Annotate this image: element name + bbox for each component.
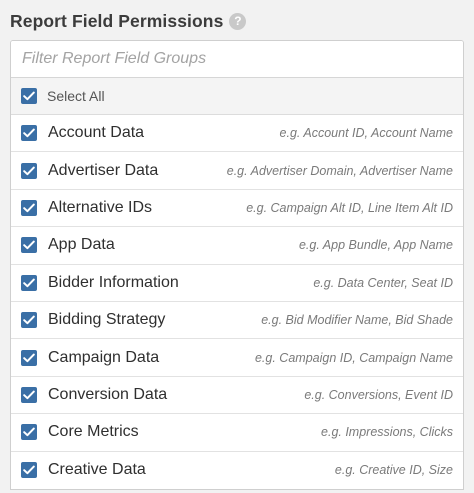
checkmark-icon	[23, 278, 35, 287]
field-group-row[interactable]: Campaign Data e.g. Campaign ID, Campaign …	[11, 339, 463, 377]
field-group-checkbox[interactable]	[21, 274, 37, 291]
field-group-row[interactable]: Account Data e.g. Account ID, Account Nam…	[11, 115, 463, 153]
field-group-row[interactable]: Alternative IDs e.g. Campaign Alt ID, Lin…	[11, 190, 463, 228]
field-group-example: e.g. Campaign ID, Campaign Name	[254, 350, 453, 365]
field-group-row[interactable]: Advertiser Data e.g. Advertiser Domain, A…	[11, 152, 463, 190]
checkmark-icon	[23, 240, 35, 250]
checkmark-icon	[23, 91, 35, 101]
field-group-label: Core Metrics	[48, 423, 139, 441]
checkmark-icon	[23, 427, 35, 437]
field-group-example: e.g. Advertiser Domain, Advertiser Name	[226, 163, 453, 178]
checkmark-icon	[23, 353, 35, 362]
field-group-label: Creative Data	[48, 461, 146, 479]
field-group-label: Bidding Strategy	[48, 311, 166, 329]
checkmark-icon	[23, 203, 35, 213]
field-group-checkbox[interactable]	[21, 312, 37, 329]
field-group-label: Bidder Information	[48, 273, 179, 291]
field-group-label: Alternative IDs	[48, 198, 153, 216]
field-group-checkbox[interactable]	[21, 199, 37, 216]
field-group-row[interactable]: Conversion Data e.g. Conversions, Event I…	[11, 377, 463, 415]
report-field-permissions-section: Report Field Permissions ? Select All Ac…	[0, 0, 474, 493]
field-group-example: e.g. Data Center, Seat ID	[313, 275, 453, 290]
field-group-list: Account Data e.g. Account ID, Account Nam…	[11, 115, 463, 489]
field-group-checkbox[interactable]	[21, 462, 37, 479]
select-all-checkbox[interactable]	[21, 88, 37, 104]
select-all-row[interactable]: Select All	[11, 78, 463, 115]
field-group-row[interactable]: Bidding Strategy e.g. Bid Modifier Name, …	[11, 302, 463, 340]
field-group-label: Campaign Data	[48, 348, 160, 366]
field-group-example: e.g. Account ID, Account Name	[279, 126, 453, 141]
filter-input[interactable]	[11, 41, 463, 77]
section-title: Report Field Permissions	[10, 10, 224, 31]
field-group-checkbox[interactable]	[21, 237, 37, 254]
field-group-example: e.g. Bid Modifier Name, Bid Shade	[261, 313, 453, 328]
field-group-label: Conversion Data	[48, 385, 168, 403]
field-group-example: e.g. Conversions, Event ID	[304, 387, 453, 402]
field-group-example: e.g. Creative ID, Size	[334, 463, 453, 478]
checkmark-icon	[23, 390, 35, 400]
select-all-label: Select All	[47, 88, 105, 104]
checkmark-icon	[23, 315, 35, 325]
field-group-checkbox[interactable]	[21, 349, 37, 366]
field-group-label: Account Data	[48, 124, 145, 142]
field-group-example: e.g. App Bundle, App Name	[298, 238, 453, 253]
field-group-checkbox[interactable]	[21, 125, 37, 142]
field-group-checkbox[interactable]	[21, 162, 37, 179]
help-icon[interactable]: ?	[229, 12, 247, 30]
field-group-row[interactable]: App Data e.g. App Bundle, App Name	[11, 227, 463, 265]
section-header: Report Field Permissions ?	[10, 0, 464, 40]
checkmark-icon	[23, 465, 35, 475]
field-group-checkbox[interactable]	[21, 386, 37, 403]
field-group-checkbox[interactable]	[21, 424, 37, 441]
field-group-row[interactable]: Creative Data e.g. Creative ID, Size	[11, 452, 463, 489]
field-group-row[interactable]: Bidder Information e.g. Data Center, Seat…	[11, 265, 463, 302]
field-group-label: App Data	[48, 236, 115, 254]
field-group-example: e.g. Impressions, Clicks	[321, 425, 453, 440]
field-group-example: e.g. Campaign Alt ID, Line Item Alt ID	[246, 200, 453, 215]
checkmark-icon	[23, 128, 35, 138]
field-group-row[interactable]: Core Metrics e.g. Impressions, Clicks	[11, 414, 463, 452]
filter-row	[11, 41, 463, 78]
checkmark-icon	[23, 166, 35, 175]
field-group-label: Advertiser Data	[48, 161, 159, 179]
field-groups-panel: Select All Account Data e.g. Account ID, …	[10, 40, 464, 490]
